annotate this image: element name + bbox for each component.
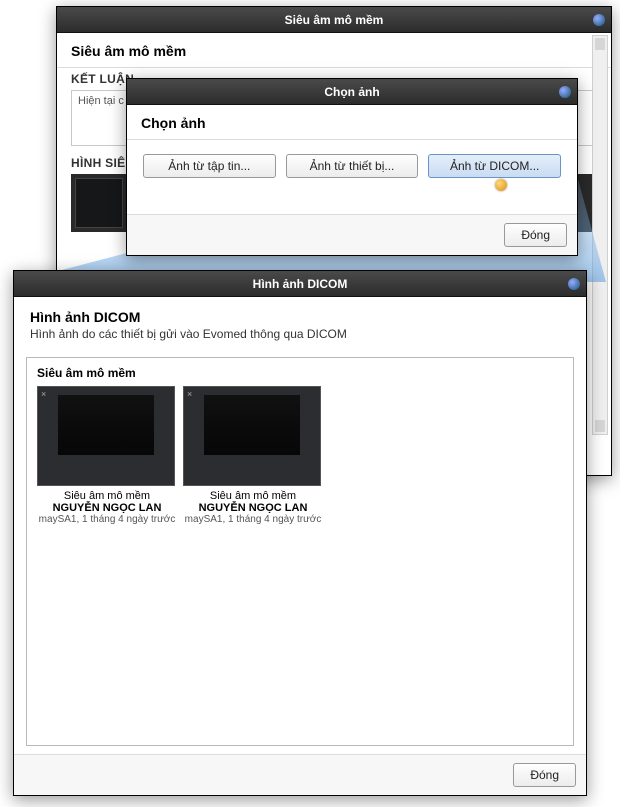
- image-strip-thumb[interactable]: [75, 178, 123, 228]
- dicom-thumb-card[interactable]: × Siêu âm mô mềm NGUYỄN NGỌC LAN maySA1,…: [37, 386, 177, 525]
- choose-close-button[interactable]: Đóng: [504, 223, 567, 247]
- choose-title: Chọn ảnh: [324, 85, 379, 99]
- thumb-meta: maySA1, 1 tháng 4 ngày trước: [37, 514, 177, 525]
- window-dot-icon: [568, 278, 580, 290]
- from-file-button[interactable]: Ảnh từ tập tin...: [143, 154, 276, 178]
- choose-titlebar: Chọn ảnh: [127, 79, 577, 105]
- from-dicom-button[interactable]: Ảnh từ DICOM...: [428, 154, 561, 178]
- thumb-meta: maySA1, 1 tháng 4 ngày trước: [183, 514, 323, 525]
- close-icon[interactable]: ×: [41, 389, 46, 399]
- dicom-group-label: Siêu âm mô mềm: [27, 358, 573, 386]
- thumb-patient-name: NGUYỄN NGỌC LAN: [37, 502, 177, 514]
- dicom-thumb-image: ×: [183, 386, 321, 486]
- close-icon[interactable]: ×: [187, 389, 192, 399]
- dicom-thumb-image: ×: [37, 386, 175, 486]
- choose-image-dialog: Chọn ảnh Chọn ảnh Ảnh từ tập tin... Ảnh …: [126, 78, 578, 256]
- dicom-titlebar: Hình ảnh DICOM: [14, 271, 586, 297]
- window-dot-icon: [559, 86, 571, 98]
- dicom-title: Hình ảnh DICOM: [253, 277, 348, 291]
- dicom-window: Hình ảnh DICOM Hình ảnh DICOM Hình ảnh d…: [13, 270, 587, 796]
- thumb-patient-name: NGUYỄN NGỌC LAN: [183, 502, 323, 514]
- window-dot-icon: [593, 14, 605, 26]
- choose-heading: Chọn ảnh: [127, 105, 577, 140]
- main-section-heading: Siêu âm mô mềm: [57, 33, 611, 68]
- main-scrollbar[interactable]: [592, 35, 608, 435]
- dicom-close-button[interactable]: Đóng: [513, 763, 576, 787]
- from-device-button[interactable]: Ảnh từ thiết bị...: [286, 154, 419, 178]
- dicom-thumb-row: × Siêu âm mô mềm NGUYỄN NGỌC LAN maySA1,…: [27, 386, 573, 525]
- dicom-body: Siêu âm mô mềm × Siêu âm mô mềm NGUYỄN N…: [26, 357, 574, 746]
- dicom-heading: Hình ảnh DICOM: [30, 309, 570, 325]
- main-titlebar: Siêu âm mô mềm: [57, 7, 611, 33]
- dicom-thumb-card[interactable]: × Siêu âm mô mềm NGUYỄN NGỌC LAN maySA1,…: [183, 386, 323, 525]
- thumb-exam-name: Siêu âm mô mềm: [37, 490, 177, 502]
- dicom-subheading: Hình ảnh do các thiết bị gửi vào Evomed …: [30, 327, 570, 341]
- main-title: Siêu âm mô mềm: [285, 13, 384, 27]
- thumb-exam-name: Siêu âm mô mềm: [183, 490, 323, 502]
